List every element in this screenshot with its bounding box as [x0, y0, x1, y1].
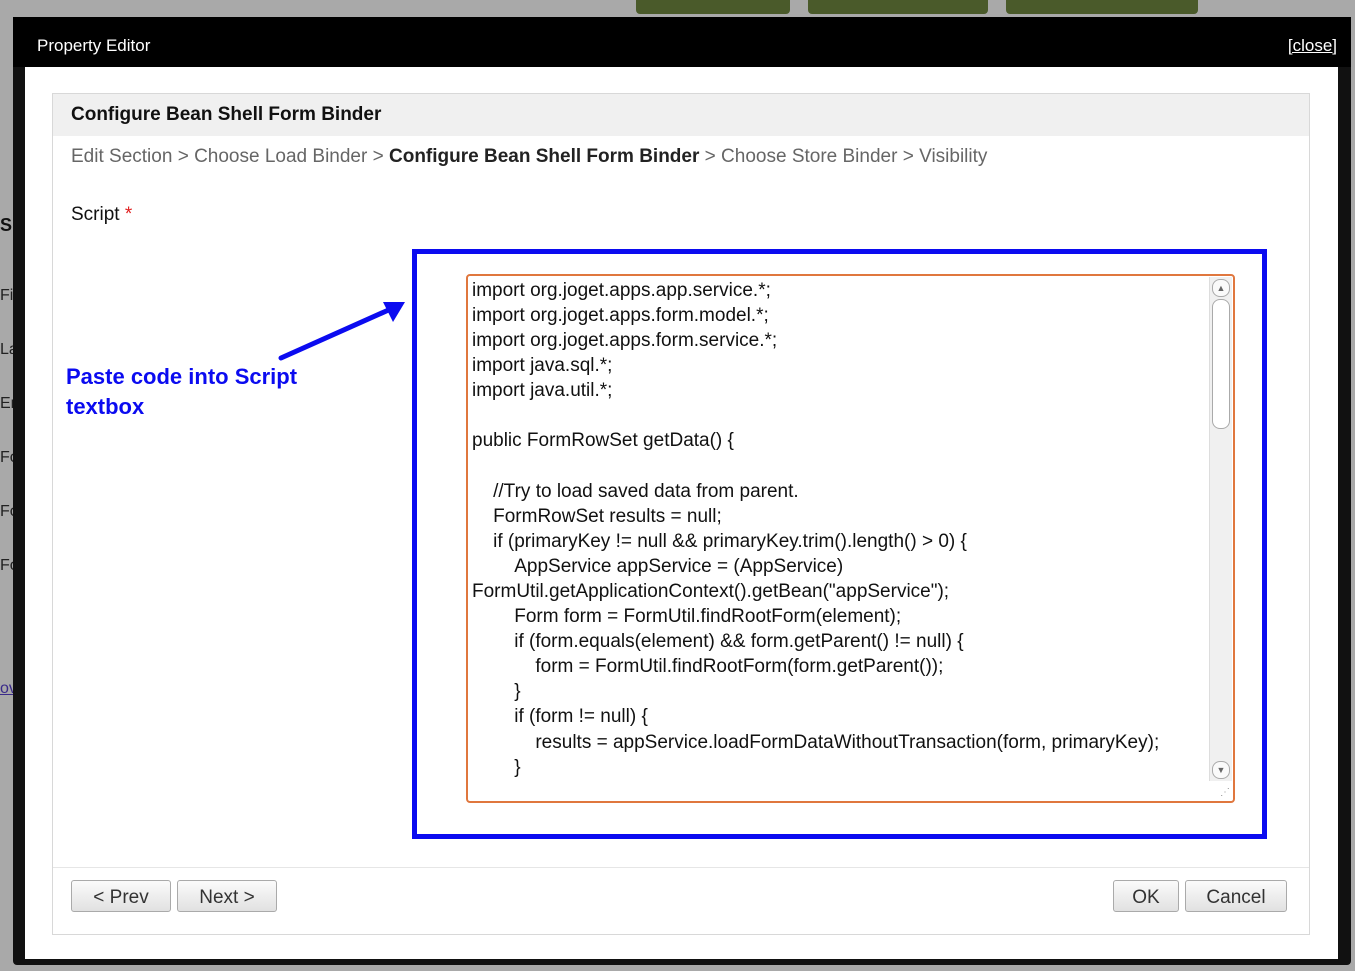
- dialog-titlebar: Property Editor [close]: [13, 17, 1351, 67]
- code-line: import java.sql.*;: [472, 355, 613, 377]
- page-title: Configure Bean Shell Form Binder: [71, 104, 382, 125]
- required-marker: *: [124, 204, 133, 225]
- annotation-text: Paste code into Script textbox: [66, 364, 298, 419]
- code-line: results = appService.loadFormDataWithout…: [472, 731, 1160, 753]
- breadcrumb-separator: >: [902, 146, 914, 167]
- code-line: }: [472, 756, 521, 778]
- footer-divider: [53, 867, 1309, 868]
- code-line: Form form = FormUtil.findRootForm(elemen…: [472, 606, 902, 628]
- scrollbar[interactable]: ▲ ▼: [1209, 277, 1232, 781]
- breadcrumb-item: Visibility: [919, 146, 988, 167]
- code-line: form = FormUtil.findRootForm(form.getPar…: [472, 656, 944, 678]
- script-label: Script *: [71, 204, 132, 226]
- property-panel: Configure Bean Shell Form Binder Edit Se…: [52, 93, 1310, 935]
- prev-button[interactable]: < Prev: [71, 880, 171, 912]
- background-tab: [1006, 0, 1198, 14]
- code-line: if (form.equals(element) && form.getPare…: [472, 631, 964, 653]
- code-line: //Try to load saved data from parent.: [472, 480, 799, 502]
- code-line: import java.util.*;: [472, 380, 613, 402]
- dialog-content: Configure Bean Shell Form Binder Edit Se…: [25, 67, 1338, 959]
- code-line: }: [472, 681, 521, 703]
- breadcrumb-item: Edit Section: [71, 146, 173, 167]
- code-line: if (form != null) {: [472, 706, 648, 728]
- code-line: AppService appService = (AppService) For…: [472, 555, 950, 602]
- close-link[interactable]: [close]: [1288, 36, 1337, 56]
- background-tab: [808, 0, 988, 14]
- cancel-button[interactable]: Cancel: [1185, 880, 1287, 912]
- code-line: public FormRowSet getData() {: [472, 430, 734, 452]
- background-tab: [636, 0, 790, 14]
- script-label-text: Script: [71, 204, 120, 225]
- code-line: import org.joget.apps.form.model.*;: [472, 305, 769, 327]
- code-line: FormRowSet results = null;: [472, 505, 722, 527]
- script-code[interactable]: import org.joget.apps.app.service.*; impo…: [472, 278, 1162, 780]
- annotation-arrow-icon: [278, 302, 405, 361]
- ok-button[interactable]: OK: [1113, 880, 1179, 912]
- breadcrumb-item: Choose Store Binder: [721, 146, 898, 167]
- background-text: S: [0, 215, 13, 235]
- dialog-title: Property Editor: [37, 36, 151, 55]
- panel-header: Configure Bean Shell Form Binder: [53, 94, 1309, 136]
- next-button[interactable]: Next >: [177, 880, 277, 912]
- code-line: import org.joget.apps.form.service.*;: [472, 330, 778, 352]
- property-editor-dialog: Property Editor [close] Configure Bean S…: [13, 17, 1351, 965]
- resize-grip-icon[interactable]: ⋰: [1220, 787, 1230, 798]
- scroll-up-icon[interactable]: ▲: [1212, 279, 1230, 297]
- scroll-thumb[interactable]: [1212, 299, 1230, 429]
- code-line: if (primaryKey != null && primaryKey.tri…: [472, 530, 967, 552]
- scroll-down-icon[interactable]: ▼: [1212, 761, 1230, 779]
- breadcrumb-separator: >: [372, 146, 384, 167]
- breadcrumb-item-current: Configure Bean Shell Form Binder: [389, 146, 700, 167]
- code-line: import org.joget.apps.app.service.*;: [472, 280, 771, 301]
- script-textarea[interactable]: import org.joget.apps.app.service.*; impo…: [466, 274, 1235, 803]
- breadcrumb-separator: >: [177, 146, 189, 167]
- breadcrumb-separator: >: [704, 146, 716, 167]
- breadcrumb-item: Choose Load Binder: [194, 146, 368, 167]
- breadcrumb: Edit Section > Choose Load Binder > Conf…: [71, 146, 987, 168]
